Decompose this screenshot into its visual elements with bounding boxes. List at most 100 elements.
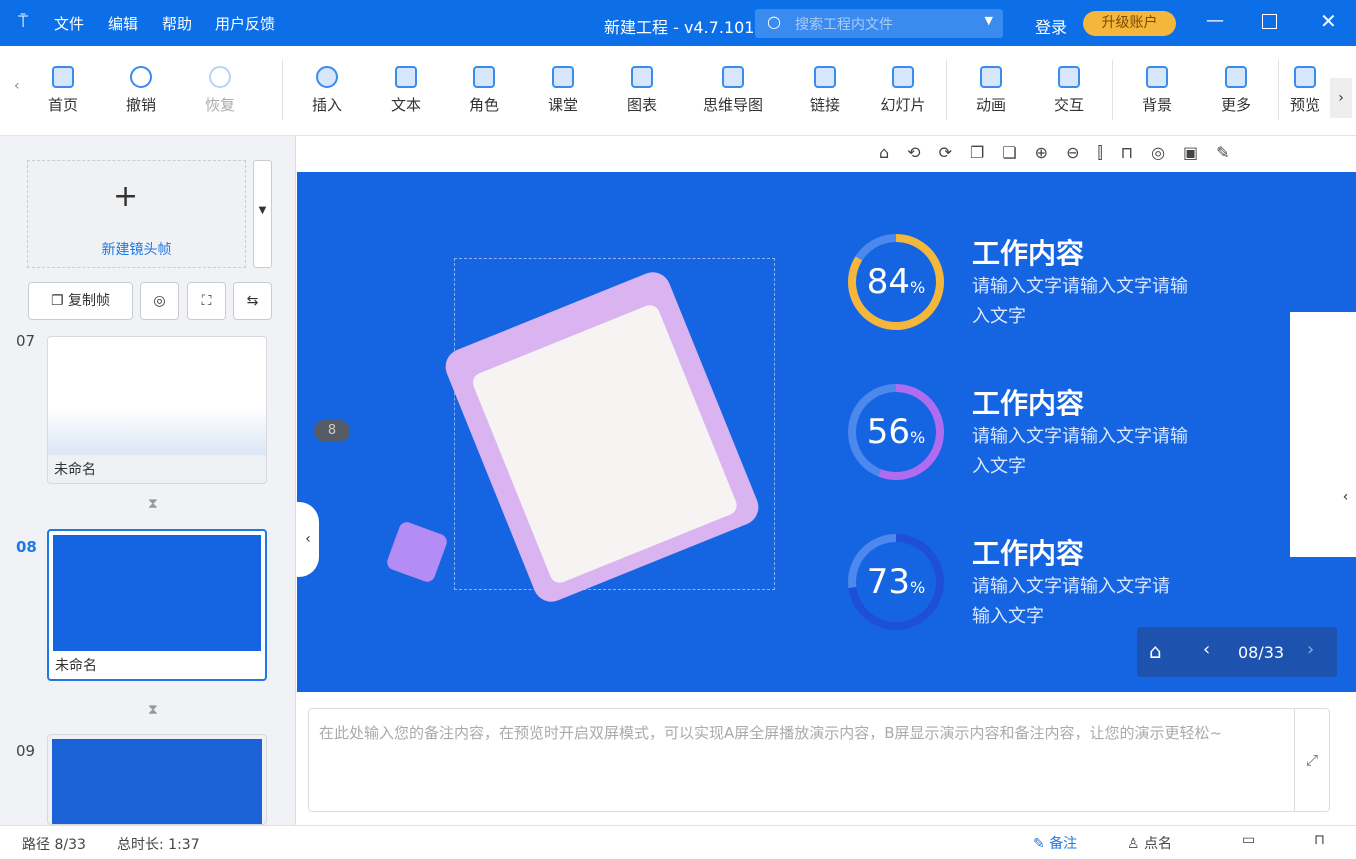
scroll-left-button[interactable]: ‹ [14, 78, 20, 94]
camera-button[interactable]: ◎ [140, 282, 179, 320]
toolbar-interaction[interactable]: 交互 [1034, 66, 1104, 115]
copy-frame-button[interactable]: ❐ 复制帧 [28, 282, 133, 320]
label: 图表 [626, 96, 657, 114]
transition-icon[interactable]: ⧗ [148, 702, 158, 718]
frame-name: 未命名 [54, 462, 96, 478]
cube-decoration [384, 519, 450, 585]
label: 备注 [1049, 836, 1078, 852]
frame-badge: 8 [314, 420, 350, 442]
label: 动画 [975, 96, 1006, 114]
divider [282, 60, 283, 120]
expand-icon[interactable]: ⤢ [1294, 709, 1329, 811]
toolbar-preview[interactable]: 预览 [1280, 66, 1330, 115]
frame-number: 09 [16, 742, 36, 760]
menu-file[interactable]: 文件 [54, 13, 84, 34]
toolbar-background[interactable]: 背景 [1122, 66, 1192, 115]
toolbar-animation[interactable]: 动画 [956, 66, 1026, 115]
label: 背景 [1141, 96, 1172, 114]
chevron-down-icon[interactable]: ▼ [985, 14, 993, 27]
home-icon[interactable]: ⌂ [1149, 639, 1162, 663]
new-frame-button[interactable]: + 新建镜头帧 [27, 160, 246, 268]
login-button[interactable]: 登录 [1035, 14, 1067, 38]
collapse-panel-button[interactable]: ‹ [297, 502, 319, 577]
toolbar-home[interactable]: 首页 [28, 66, 98, 115]
add-frame-icon: + [113, 179, 139, 214]
percent-sign: % [910, 428, 926, 447]
label: 链接 [809, 96, 840, 114]
toolbar-link[interactable]: 链接 [790, 66, 860, 115]
search-input[interactable]: ○ 搜索工程内文件 ▼ [755, 9, 1003, 38]
close-button[interactable]: ✕ [1320, 9, 1337, 33]
grid-icon [1225, 66, 1247, 88]
screen-icon[interactable]: ▭ [1242, 832, 1255, 848]
item-title: 工作内容 [972, 537, 1085, 570]
fit-frame-button[interactable]: ⛶ [187, 282, 226, 320]
toolbar-role[interactable]: 角色 [449, 66, 519, 115]
scroll-right-button[interactable]: › [1330, 78, 1352, 118]
toolbar-more[interactable]: 更多 [1201, 66, 1271, 115]
board-icon [552, 66, 574, 88]
label: 首页 [47, 96, 78, 114]
frame-panel: + 新建镜头帧 ▼ ❐ 复制帧 ◎ ⛶ ⇆ 07 未命名 ⧗ 08 未命名 ⧗ … [0, 136, 296, 825]
label: 撤销 [125, 96, 156, 114]
transition-icon[interactable]: ⧗ [148, 496, 158, 512]
label: 课堂 [547, 96, 578, 114]
user-icon: ♙ [1127, 836, 1140, 852]
notes-input[interactable]: 在此处输入您的备注内容，在预览时开启双屏模式，可以实现A屏全屏播放演示内容，B屏… [308, 708, 1330, 812]
item-desc: 请输入文字请输入文字请输入文字 [972, 276, 1188, 327]
slide[interactable]: 84% 工作内容 请输入文字请输入文字请输入文字 56% 工作内容 请输入文字请… [362, 172, 1290, 692]
minimize-button[interactable]: — [1206, 10, 1224, 31]
main-toolbar: ‹ 首页 撤销 恢复 插入 文本 角色 课堂 图表 思维导图 链接 幻灯片 动画… [0, 46, 1356, 136]
status-bar: 路径 8/33 总时长: 1:37 ✎ 备注 ♙ 点名 ▭ ⊓ [0, 825, 1356, 859]
menu-edit[interactable]: 编辑 [108, 13, 138, 34]
expand-right-button[interactable]: ‹ [1335, 462, 1356, 532]
upgrade-button[interactable]: 升级账户 [1083, 11, 1176, 36]
toolbar-undo[interactable]: 撤销 [106, 66, 176, 115]
label: 思维导图 [702, 96, 763, 114]
toolbar-classroom[interactable]: 课堂 [528, 66, 598, 115]
percent-sign: % [910, 578, 926, 597]
canvas-tools[interactable]: ⌂⟲⟳❐❏⊕⊖⫿⊓◎▣✎ [879, 143, 1248, 163]
link-icon [814, 66, 836, 88]
next-button[interactable]: › [1307, 639, 1314, 660]
toolbar-chart[interactable]: 图表 [607, 66, 677, 115]
menu-feedback[interactable]: 用户反馈 [215, 13, 275, 34]
frame-preview [53, 535, 261, 651]
menu-help[interactable]: 帮助 [162, 13, 192, 34]
label: 恢复 [204, 96, 235, 114]
toolbar-mindmap[interactable]: 思维导图 [693, 66, 773, 115]
notes-button[interactable]: ✎ 备注 [1033, 833, 1077, 853]
prev-button[interactable]: ‹ [1203, 639, 1210, 660]
frame-thumb-08[interactable]: 未命名 [47, 529, 267, 681]
frame-thumb-09[interactable] [47, 734, 267, 825]
divider [1112, 60, 1113, 120]
label: 更多 [1220, 96, 1251, 114]
frame-thumb-07[interactable]: 未命名 [47, 336, 267, 484]
percent-sign: % [910, 278, 926, 297]
toolbar-slide[interactable]: 幻灯片 [868, 66, 938, 115]
redo-icon [209, 66, 231, 88]
toolbar-text[interactable]: 文本 [371, 66, 441, 115]
frame-number: 07 [16, 332, 36, 350]
mindmap-icon [722, 66, 744, 88]
label: 文本 [390, 96, 421, 114]
label: 复制帧 [68, 293, 110, 309]
window-title: 新建工程 - v4.7.101 [604, 18, 755, 37]
lock-icon[interactable]: ⊓ [1314, 832, 1325, 848]
toolbar-insert[interactable]: 插入 [292, 66, 362, 115]
switch-button[interactable]: ⇆ [233, 282, 272, 320]
item-desc: 请输入文字请输入文字请输入文字 [972, 576, 1170, 627]
label: 角色 [468, 96, 499, 114]
toolbar-redo[interactable]: 恢复 [185, 66, 255, 115]
user-icon [473, 66, 495, 88]
app-logo-icon: ⍑ [18, 12, 29, 32]
maximize-button[interactable] [1262, 14, 1277, 29]
rollcall-button[interactable]: ♙ 点名 [1127, 833, 1172, 853]
copy-icon: ❐ [50, 293, 68, 309]
percent-value: 84 [866, 262, 911, 302]
progress-ring-56: 56% [848, 384, 944, 480]
label: 交互 [1053, 96, 1084, 114]
new-frame-dropdown[interactable]: ▼ [253, 160, 272, 268]
percent-value: 73 [866, 562, 911, 602]
label: 插入 [311, 96, 342, 114]
